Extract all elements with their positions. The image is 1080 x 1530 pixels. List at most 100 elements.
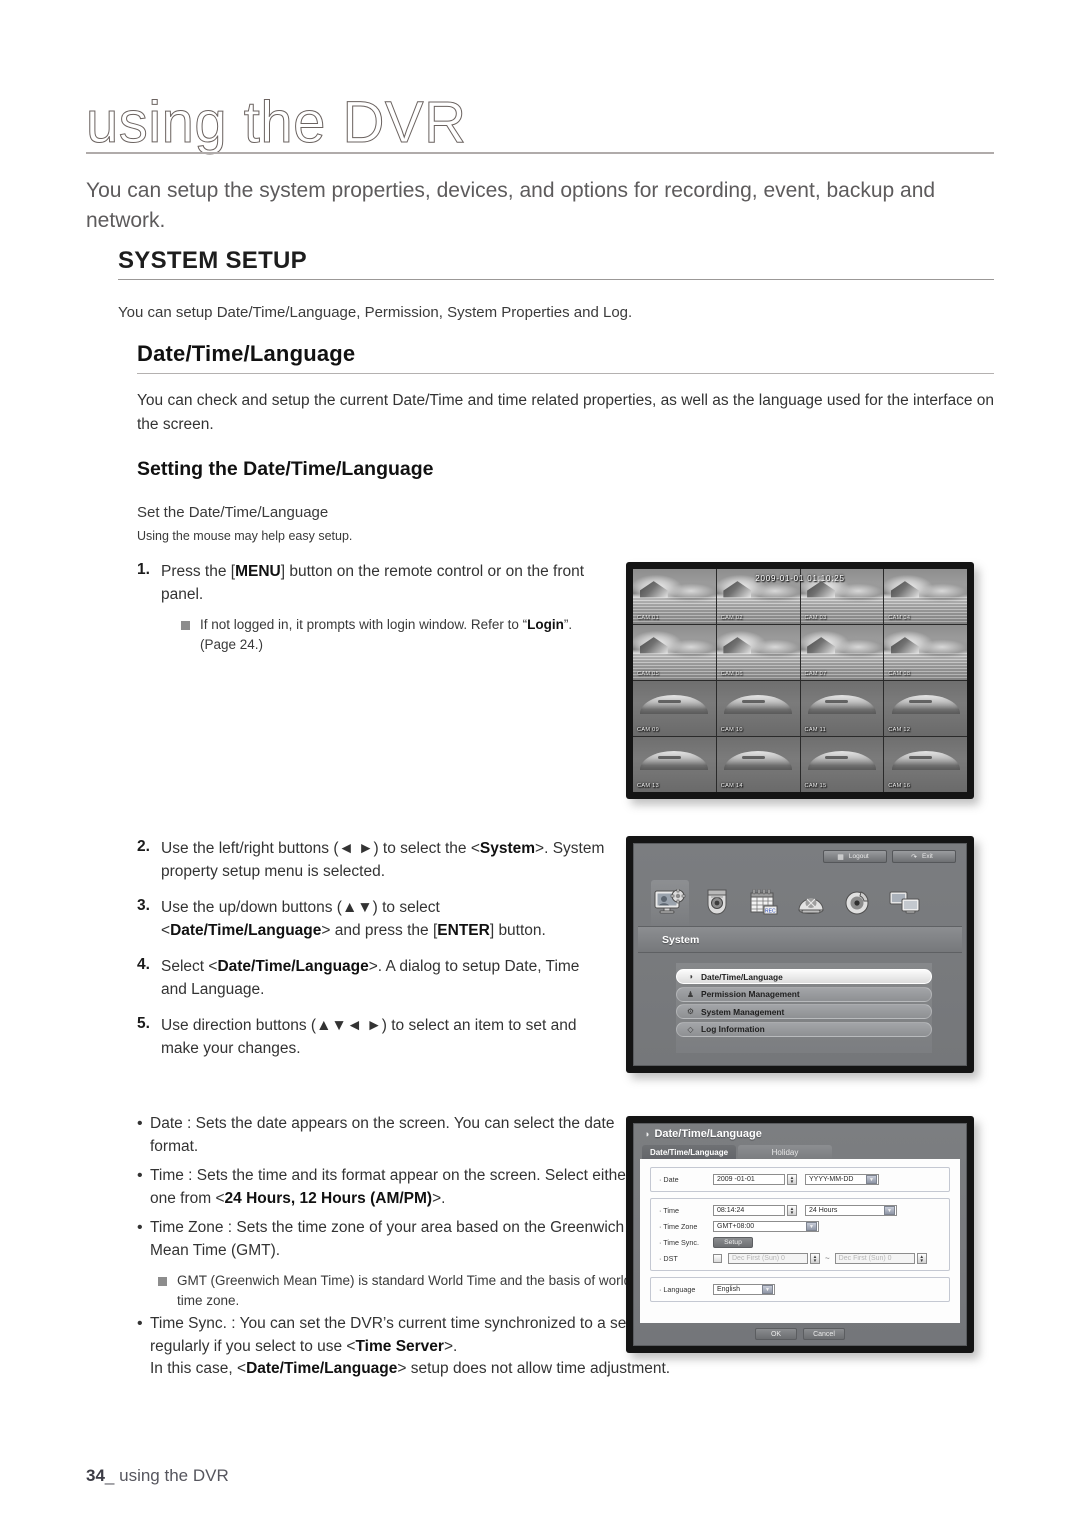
step-text: Press the [MENU] button on the remote co… <box>161 561 607 655</box>
camera-label: CAM 08 <box>888 671 911 677</box>
svg-text:REC: REC <box>765 909 776 915</box>
dialog-content: Date 2009 -01-01 ▲▼ YYYY-MM-DD ▼ Time <box>640 1159 960 1323</box>
camera-cell[interactable]: CAM 12 <box>884 681 967 736</box>
steps-list-1: 1. Press the [MENU] button on the remote… <box>137 561 607 669</box>
camera-label: CAM 03 <box>804 615 827 621</box>
tab-datetime-language[interactable]: Date/Time/Language <box>642 1145 736 1159</box>
time-stepper[interactable]: ▲ ▼ <box>787 1205 797 1216</box>
setting-datetime-heading: Setting the Date/Time/Language <box>137 458 434 480</box>
step-number: 3. <box>137 897 150 914</box>
camera-label: CAM 01 <box>637 615 660 621</box>
exit-button[interactable]: ↷ Exit <box>892 850 956 863</box>
language-select[interactable]: English ▼ <box>713 1284 775 1295</box>
camera-icon[interactable] <box>698 880 736 926</box>
setting-line-2: Using the mouse may help easy setup. <box>137 529 353 543</box>
camera-cell[interactable]: CAM 10 <box>716 681 800 736</box>
camera-cell[interactable]: CAM 07 <box>800 625 884 680</box>
language-fieldset: Language English ▼ <box>650 1277 950 1302</box>
camera-label: CAM 12 <box>888 727 911 733</box>
system-icon[interactable] <box>651 880 689 926</box>
note-text-bold: Login <box>527 617 564 632</box>
footer-page-number: 34 <box>86 1466 105 1485</box>
camera-cell[interactable]: CAM 09 <box>633 681 716 736</box>
dst-to-input[interactable]: Dec First (Sun) 0 <box>834 1253 915 1264</box>
camera-label: CAM 16 <box>888 783 911 789</box>
camera-cell[interactable]: CAM 11 <box>800 681 884 736</box>
camera-cell[interactable]: CAM 05 <box>633 625 716 680</box>
menu-item-log-information[interactable]: ◇ Log Information <box>676 1021 932 1037</box>
tab-holiday[interactable]: Holiday <box>738 1145 832 1159</box>
chevron-down-icon: ▼ <box>762 1285 773 1294</box>
step-item: 4. Select <Date/Time/Language>. A dialog… <box>137 956 607 1001</box>
note-text: If not logged in, it prompts with login … <box>200 615 607 655</box>
bullet-text-d: In this case, < <box>150 1360 247 1377</box>
manual-page: using the DVR You can setup the system p… <box>0 0 1080 1530</box>
step-text-bold: MENU <box>235 563 281 580</box>
bullet-list-1: • Date : Sets the date appears on the sc… <box>137 1113 637 1318</box>
time-format-select[interactable]: 24 Hours ▼ <box>805 1205 897 1216</box>
time-label: Time <box>659 1206 713 1215</box>
dst-range-separator: ~ <box>825 1254 830 1263</box>
title-divider <box>86 152 994 154</box>
dst-row: DST Dec First (Sun) 0 ▲▼ ~ Dec First (Su… <box>659 1252 941 1265</box>
camera-cell[interactable]: CAM 06 <box>716 625 800 680</box>
record-schedule-icon[interactable]: REC <box>745 880 783 926</box>
osd-timestamp: 2009-01-01 01:10:25 <box>755 574 845 583</box>
camera-label: CAM 06 <box>720 671 743 677</box>
datetime-heading: Date/Time/Language <box>137 341 356 366</box>
backup-disc-icon[interactable] <box>839 880 877 926</box>
timezone-select[interactable]: GMT+08:00 ▼ <box>713 1221 819 1232</box>
menu-item-label: System Management <box>701 1006 785 1017</box>
page-footer: 34_ using the DVR <box>86 1466 229 1486</box>
bullet-text-c: >. <box>443 1337 458 1355</box>
menu-item-system-management[interactable]: ⚙ System Management <box>676 1004 932 1019</box>
setting-line-1: Set the Date/Time/Language <box>137 504 329 521</box>
camera-cell[interactable]: CAM 14 <box>716 737 800 792</box>
step-number: 4. <box>137 956 150 973</box>
ptz-dome-icon[interactable] <box>792 880 830 926</box>
menu-item-permission-management[interactable]: ♟ Permission Management <box>676 986 932 1002</box>
bullet-text: Time Zone : Sets the time zone of your a… <box>150 1217 637 1311</box>
dialog: ◑ Date/Time/Language Date/Time/Language … <box>633 1123 967 1346</box>
exit-label: Exit <box>922 853 933 860</box>
note-text-a: If not logged in, it prompts with login … <box>200 617 528 632</box>
camera-cell[interactable]: CAM 16 <box>884 737 967 792</box>
camera-cell[interactable]: CAM 13 <box>633 737 716 792</box>
date-input[interactable]: 2009 -01-01 <box>713 1174 785 1185</box>
steps-list-2: 2. Use the left/right buttons (◄ ►) to s… <box>137 838 607 1074</box>
date-format-select[interactable]: YYYY-MM-DD ▼ <box>805 1174 879 1185</box>
dst-from-input[interactable]: Dec First (Sun) 0 <box>728 1253 808 1264</box>
dst-checkbox[interactable] <box>713 1254 722 1263</box>
ok-button[interactable]: OK <box>755 1328 797 1340</box>
step-text-bold2: ENTER <box>437 921 490 939</box>
date-label: Date <box>659 1175 713 1184</box>
timesync-setup-button[interactable]: Setup <box>713 1237 753 1248</box>
camera-label: CAM 15 <box>804 783 827 789</box>
dst-from-stepper[interactable]: ▲ ▼ <box>810 1253 820 1264</box>
dst-to-stepper[interactable]: ▲ ▼ <box>916 1253 927 1264</box>
menu-item-label: Date/Time/Language <box>701 971 783 982</box>
system-setup-lead: You can setup Date/Time/Language, Permis… <box>118 304 633 321</box>
step-text-c: ] button. <box>489 921 546 939</box>
time-input[interactable]: 08:14:24 <box>713 1205 785 1216</box>
cancel-button[interactable]: Cancel <box>803 1328 845 1340</box>
network-icon[interactable] <box>886 880 924 926</box>
timesync-row: Time Sync. Setup <box>659 1236 941 1249</box>
date-stepper[interactable]: ▲ ▼ <box>787 1174 797 1185</box>
bullet-text-b: >. <box>432 1189 446 1207</box>
note-bullet-icon <box>181 621 190 630</box>
logout-button[interactable]: ▦ Logout <box>823 850 887 863</box>
chevron-down-icon: ▼ <box>884 1206 895 1215</box>
camera-cell[interactable]: CAM 15 <box>800 737 884 792</box>
chapter-title: using the DVR <box>85 90 467 155</box>
step-note: If not logged in, it prompts with login … <box>181 615 607 655</box>
datetime-divider <box>137 373 994 374</box>
date-row: Date 2009 -01-01 ▲▼ YYYY-MM-DD ▼ <box>659 1173 941 1186</box>
menu-item-date-time-language[interactable]: ◑ Date/Time/Language <box>676 969 932 984</box>
step-text: Use the left/right buttons (◄ ►) to sele… <box>161 838 607 883</box>
step-text-bold: System <box>479 840 536 857</box>
menu-ui: ▦ Logout ↷ Exit REC System ◑ Date/Time/L… <box>633 843 967 1066</box>
camera-label: CAM 14 <box>720 783 743 789</box>
step-text: Use direction buttons (▲▼◄ ►) to select … <box>161 1017 577 1057</box>
camera-cell[interactable]: CAM 08 <box>884 625 967 680</box>
